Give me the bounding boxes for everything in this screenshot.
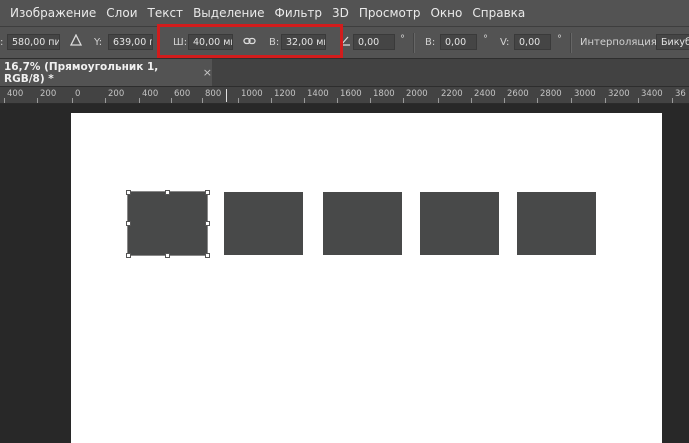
menu-type[interactable]: Текст [143,6,189,20]
ruler-label: 1400 [307,89,329,99]
ruler-tick [271,98,272,103]
document-tab[interactable]: 16,7% (Прямоугольник 1, RGB/8) * × [0,59,212,86]
document-tab-title: 16,7% (Прямоугольник 1, RGB/8) * [4,60,159,85]
rectangle-shape[interactable] [323,192,402,255]
ruler-tick [370,98,371,103]
document-tab-bar: 16,7% (Прямоугольник 1, RGB/8) * × [0,59,689,87]
divider [570,33,572,53]
ruler-label: 600 [174,89,191,99]
ruler-label: 2600 [507,89,529,99]
ruler-tick [471,98,472,103]
ruler-tick [202,98,203,103]
interpolation-select[interactable]: Бикуб [656,34,689,50]
degree-symbol: ° [557,34,562,45]
ruler-tick [4,98,5,103]
document-canvas[interactable] [71,113,662,443]
transform-handle[interactable] [125,252,131,258]
x-label-fragment: : [0,37,4,48]
y-label: Y: [94,37,103,48]
transform-handle[interactable] [125,221,131,226]
ruler-tick [337,98,338,103]
ruler-label: 200 [108,89,125,99]
menu-filter[interactable]: Фильтр [270,6,327,20]
ruler-tick [37,98,38,103]
transform-handle[interactable] [204,221,210,226]
ruler-tick [171,98,172,103]
options-bar: : 580,00 пи Y: 639,00 пи Ш: 40,00 мм В: … [0,26,689,59]
ruler-tick [403,98,404,103]
menu-layers[interactable]: Слои [101,6,142,20]
size-fields-highlight [157,24,343,58]
ruler-label: 1600 [340,89,362,99]
close-icon[interactable]: × [203,66,212,79]
ruler-tick [238,98,239,103]
rectangle-shape[interactable] [420,192,499,255]
ruler-label: 3400 [641,89,663,99]
horizontal-skew-input[interactable]: 0,00 [440,34,477,50]
ruler-tick [139,98,140,103]
ruler-label: 2800 [540,89,562,99]
ruler-label: 1200 [274,89,296,99]
menu-window[interactable]: Окно [425,6,467,20]
degree-symbol: ° [483,34,488,45]
ruler-tick [638,98,639,103]
ruler-tick [304,98,305,103]
ruler-tick [105,98,106,103]
menu-help[interactable]: Справка [467,6,530,20]
rectangle-shape[interactable] [517,192,596,255]
ruler-label: 3000 [574,89,596,99]
x-position-input[interactable]: 580,00 пи [7,34,60,50]
reference-point-icon[interactable] [69,33,83,49]
ruler-tick [438,98,439,103]
divider [413,33,415,53]
ruler-label: 800 [205,89,222,99]
vertical-skew-label: V: [500,37,510,48]
ruler-tick [72,98,73,103]
transform-handle[interactable] [204,252,210,258]
selected-rectangle[interactable] [127,191,208,256]
ruler-label: 1800 [373,89,395,99]
ruler-label: 2000 [406,89,428,99]
menu-select[interactable]: Выделение [188,6,269,20]
ruler-tick [672,98,673,103]
ruler-tick [504,98,505,103]
ruler-label: 2200 [441,89,463,99]
ruler-label: 200 [40,89,57,99]
canvas-area [0,104,689,443]
horizontal-ruler[interactable]: 400 200 0 200 400 600 800 1000 1200 1400 1600 1800 2… [0,87,689,104]
ruler-tick [571,98,572,103]
rectangle-shape[interactable] [224,192,303,255]
horizontal-skew-label: В: [425,37,436,48]
interpolation-label: Интерполяция: [580,37,661,48]
ruler-cursor-indicator [226,89,227,102]
vertical-skew-input[interactable]: 0,00 [514,34,551,50]
ruler-label: 2400 [474,89,496,99]
menu-3d[interactable]: 3D [327,6,354,20]
transform-handle[interactable] [204,189,210,195]
ruler-label: 400 [142,89,159,99]
transform-handle[interactable] [165,252,170,258]
ruler-label: 1000 [241,89,263,99]
menu-image[interactable]: Изображение [0,6,101,20]
ruler-label: 400 [7,89,24,99]
rotation-angle-input[interactable]: 0,00 [353,34,395,50]
ruler-tick [605,98,606,103]
ruler-label: 0 [75,89,81,99]
menu-bar: Изображение Слои Текст Выделение Фильтр … [0,0,689,26]
degree-symbol: ° [400,34,405,45]
transform-handle[interactable] [125,189,131,195]
ruler-label: 3200 [608,89,630,99]
menu-view[interactable]: Просмотр [354,6,426,20]
ruler-tick [537,98,538,103]
ruler-label: 36 [675,89,686,99]
transform-handle[interactable] [165,189,170,195]
y-position-input[interactable]: 639,00 пи [108,34,153,50]
